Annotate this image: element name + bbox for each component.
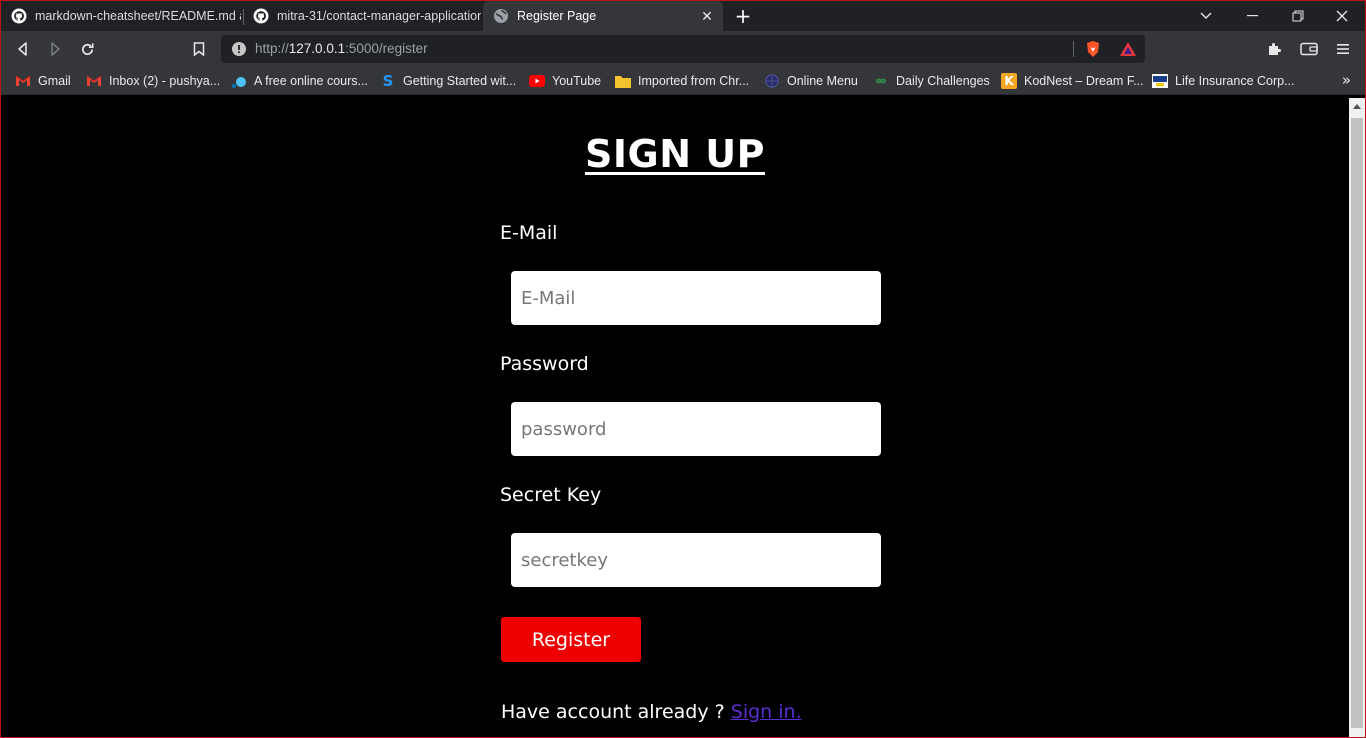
dot-icon (231, 73, 247, 89)
bookmark-label: KodNest – Dream F... (1024, 74, 1144, 88)
close-icon (1336, 10, 1348, 22)
url-scheme: http:// (255, 41, 289, 56)
wallet-icon (1300, 42, 1318, 56)
restore-button[interactable] (1275, 1, 1321, 31)
restore-icon (1292, 10, 1304, 22)
password-field[interactable] (511, 402, 881, 456)
gmail-icon (86, 73, 102, 89)
bookmark-gmail[interactable]: Gmail (15, 67, 71, 95)
url-path: :5000/register (345, 41, 428, 56)
bookmark-inbox[interactable]: Inbox (2) - pushya... (86, 67, 220, 95)
secret-key-field[interactable] (511, 533, 881, 587)
extensions-button[interactable] (1263, 37, 1287, 61)
tab-search-button[interactable] (1183, 1, 1229, 31)
more-bookmarks-chevron-icon[interactable]: » (1342, 67, 1351, 95)
forward-button[interactable] (43, 37, 67, 61)
bookmark-getting-started[interactable]: S Getting Started wit... (380, 67, 517, 95)
youtube-icon (529, 73, 545, 89)
folder-icon (615, 73, 631, 89)
register-button[interactable]: Register (501, 617, 641, 662)
globe-icon (494, 9, 508, 23)
back-arrow-icon (18, 42, 27, 56)
bookmark-label: Inbox (2) - pushya... (109, 74, 221, 88)
tab-markdown-cheatsheet[interactable]: markdown-cheatsheet/README.md at (1, 1, 241, 31)
minimize-button[interactable] (1229, 1, 1275, 31)
bookmark-free-online-course[interactable]: A free online cours... (231, 67, 368, 95)
k-logo-icon: K (1001, 73, 1017, 89)
tab-title: markdown-cheatsheet/README.md at (35, 9, 241, 23)
browser-toolbar: http://127.0.0.1:5000/register (1, 31, 1365, 67)
close-tab-icon[interactable]: ✕ (699, 8, 715, 24)
page-title: SIGN UP (585, 132, 765, 176)
tab-title: Register Page (517, 9, 597, 23)
bookmark-imported-folder[interactable]: Imported from Chr... (615, 67, 749, 95)
browser-window: markdown-cheatsheet/README.md at mitra-3… (0, 0, 1366, 738)
address-bar[interactable]: http://127.0.0.1:5000/register (221, 35, 1145, 63)
close-window-button[interactable] (1319, 1, 1365, 31)
forward-arrow-icon (51, 42, 60, 56)
bookmark-label: Daily Challenges (896, 74, 990, 88)
password-label: Password (500, 353, 589, 375)
minimize-icon (1246, 15, 1258, 17)
not-secure-info-icon[interactable] (232, 42, 246, 56)
github-icon (11, 8, 27, 24)
email-field[interactable] (511, 271, 881, 325)
brave-rewards-icon[interactable] (1119, 41, 1137, 57)
bookmarks-bar: Gmail Inbox (2) - pushya... A free onlin… (1, 67, 1365, 95)
bookmark-label: A free online cours... (254, 74, 368, 88)
reload-button[interactable] (75, 37, 99, 61)
bookmark-life-insurance[interactable]: Life Insurance Corp... (1152, 67, 1295, 95)
bookmark-youtube[interactable]: YouTube (529, 67, 601, 95)
scrollbar-thumb[interactable] (1351, 118, 1363, 728)
url-host: 127.0.0.1 (288, 41, 346, 56)
scroll-up-arrow-icon[interactable] (1353, 104, 1361, 109)
bookmark-label: Life Insurance Corp... (1175, 74, 1295, 88)
wallet-button[interactable] (1297, 37, 1321, 61)
page-viewport: SIGN UP E-Mail Password Secret Key Regis… (1, 98, 1349, 737)
tab-title: mitra-31/contact-manager-application (277, 9, 481, 23)
bookmark-label: Online Menu (787, 74, 858, 88)
tab-contact-manager[interactable]: mitra-31/contact-manager-application (243, 1, 481, 31)
email-label: E-Mail (500, 222, 558, 244)
secret-key-label: Secret Key (500, 484, 602, 506)
bookmark-page-button[interactable] (187, 37, 211, 61)
bookmark-label: Gmail (38, 74, 71, 88)
bookmark-daily-challenges[interactable]: Daily Challenges (873, 67, 990, 95)
omnibox-separator (1073, 41, 1074, 57)
github-icon (253, 8, 269, 24)
hamburger-menu-icon (1337, 44, 1349, 54)
lic-logo-icon (1152, 73, 1168, 89)
new-tab-button[interactable]: + (733, 5, 753, 27)
bookmark-online-menu[interactable]: Online Menu (764, 67, 858, 95)
gmail-icon (15, 73, 31, 89)
bookmark-icon (193, 42, 205, 56)
brave-shields-icon[interactable] (1085, 40, 1101, 58)
reload-icon (81, 42, 93, 55)
sign-in-link[interactable]: Sign in. (731, 701, 802, 723)
back-button[interactable] (11, 37, 35, 61)
infinity-icon (873, 73, 889, 89)
s-logo-icon: S (382, 72, 394, 90)
vertical-scrollbar[interactable] (1349, 98, 1365, 737)
menu-globe-icon (764, 73, 780, 89)
tab-register-page[interactable]: Register Page ✕ (483, 1, 723, 31)
chevron-down-icon (1200, 12, 1212, 19)
have-account-text: Have account already ? (501, 701, 725, 723)
bookmark-label: Imported from Chr... (638, 74, 750, 88)
tab-strip: markdown-cheatsheet/README.md at mitra-3… (1, 1, 1365, 31)
url-text[interactable]: http://127.0.0.1:5000/register (255, 35, 428, 63)
puzzle-piece-icon (1269, 43, 1281, 55)
bookmark-label: YouTube (552, 74, 602, 88)
bookmark-label: Getting Started wit... (403, 74, 517, 88)
bookmark-kodnest[interactable]: K KodNest – Dream F... (1001, 67, 1144, 95)
have-account-row: Have account already ? Sign in. (501, 701, 802, 723)
main-menu-button[interactable] (1331, 37, 1355, 61)
